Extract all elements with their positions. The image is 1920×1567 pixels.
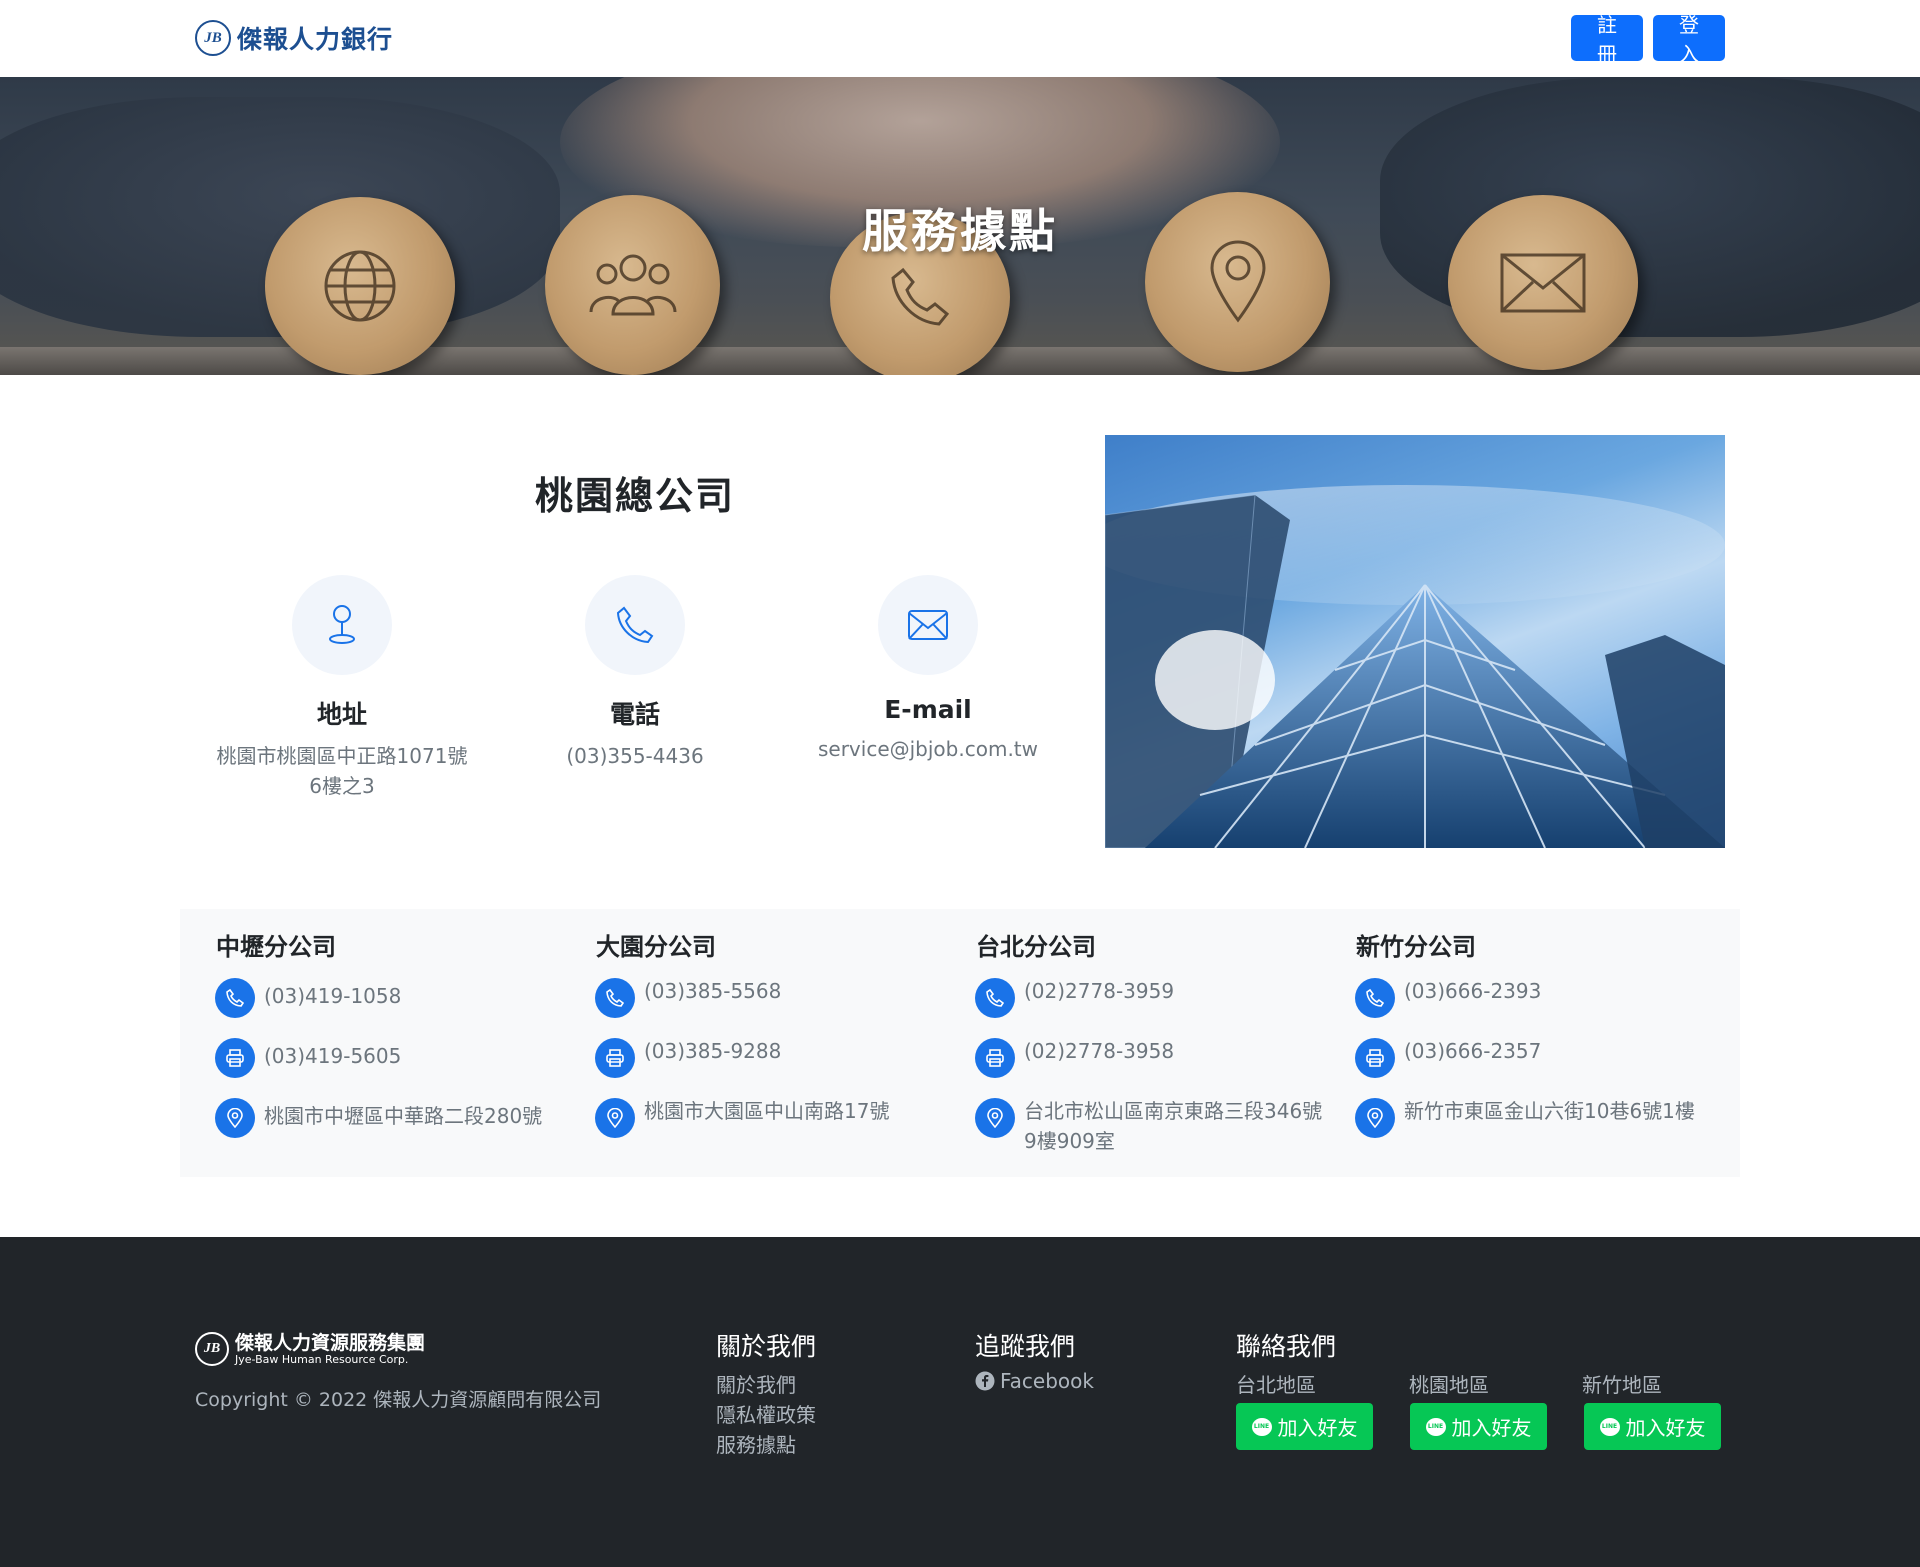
footer-link-privacy[interactable]: 隱私權政策 [716, 1399, 816, 1428]
line-add-friend-button[interactable]: LINE 加入好友 [1584, 1403, 1721, 1450]
phone-value[interactable]: (03)355-4436 [500, 741, 770, 771]
location-pin-icon [975, 1098, 1015, 1138]
branch-title: 大園分公司 [596, 933, 716, 961]
follow-heading: 追蹤我們 [975, 1332, 1076, 1361]
region-label: 台北地區 [1236, 1373, 1316, 1397]
address-label: 地址 [316, 700, 367, 729]
branch-address-row: 桃園市中壢區中華路二段280號 [215, 1098, 542, 1138]
branch-title: 台北分公司 [976, 933, 1096, 961]
facebook-label: Facebook [1000, 1369, 1094, 1393]
printer-icon [1355, 1038, 1395, 1078]
printer-icon [215, 1038, 255, 1078]
branch-address: 新竹市東區金山六街10巷6號1樓 [1404, 1099, 1695, 1123]
email-label: E-mail [884, 695, 972, 724]
branch-fax: (03)419-5605 [264, 1044, 402, 1068]
branch-phone-row: (03)419-1058 [215, 978, 401, 1018]
branch-fax: (03)666-2357 [1404, 1039, 1542, 1063]
facebook-link[interactable]: Facebook [975, 1369, 1094, 1393]
region-label: 桃園地區 [1409, 1373, 1489, 1397]
brand-name: 傑報人力銀行 [237, 25, 394, 54]
branch-title: 中壢分公司 [216, 933, 336, 961]
branch-phone-row: (02)2778-3959 [975, 978, 1174, 1018]
line-icon: LINE [1251, 1417, 1272, 1436]
branch-fax-row: (03)385-9288 [595, 1038, 781, 1078]
phone-icon [975, 978, 1015, 1018]
headquarters-title: 桃園總公司 [534, 474, 735, 518]
branch-fax: (02)2778-3958 [1024, 1039, 1175, 1063]
phone-label: 電話 [609, 700, 660, 729]
branch-phone-row: (03)666-2393 [1355, 978, 1541, 1018]
branch-address: 台北市松山區南京東路三段346號9樓909室 [1024, 1099, 1323, 1153]
line-icon: LINE [1425, 1417, 1446, 1436]
location-pin-icon [1355, 1098, 1395, 1138]
email-info: E-mail service@jbjob.com.tw [793, 575, 1063, 764]
footer-logo-name: 傑報人力資源服務集團 [235, 1331, 426, 1354]
branch-fax-row: (02)2778-3958 [975, 1038, 1174, 1078]
footer: JB 傑報人力資源服務集團 Jye-Baw Human Resource Cor… [0, 1237, 1920, 1567]
about-heading: 關於我們 [716, 1332, 817, 1361]
branch-title: 新竹分公司 [1356, 933, 1476, 961]
footer-link-about[interactable]: 關於我們 [716, 1369, 796, 1398]
page-title: 服務據點 [862, 204, 1058, 258]
map-pin-icon [292, 575, 392, 675]
brand-logo[interactable]: JB 傑報人力銀行 [195, 18, 393, 58]
line-icon: LINE [1599, 1417, 1620, 1436]
region-label: 新竹地區 [1582, 1373, 1662, 1397]
branch-address: 桃園市中壢區中華路二段280號 [264, 1104, 543, 1128]
jb-logo-icon: JB [195, 20, 231, 56]
facebook-icon [975, 1371, 995, 1391]
branch-address: 桃園市大園區中山南路17號 [644, 1099, 890, 1123]
line-add-friend-button[interactable]: LINE 加入好友 [1236, 1403, 1373, 1450]
branch-offices: 中壢分公司 (03)419-1058 (03)419-5605 桃園市中壢區中華… [180, 909, 1740, 1177]
line-button-label: 加入好友 [1277, 1416, 1358, 1440]
email-value[interactable]: service@jbjob.com.tw [793, 734, 1063, 764]
contact-heading: 聯絡我們 [1236, 1332, 1337, 1361]
branch-phone[interactable]: (03)385-5568 [644, 976, 781, 1006]
footer-logo-subtitle: Jye-Baw Human Resource Corp. [235, 1352, 409, 1366]
address-info: 地址 桃園市桃園區中正路1071號6樓之3 [207, 575, 477, 801]
envelope-icon [878, 575, 978, 675]
location-pin-icon [215, 1098, 255, 1138]
branch-address-row: 台北市松山區南京東路三段346號9樓909室 [975, 1098, 1334, 1156]
footer-logo[interactable]: JB 傑報人力資源服務集團 Jye-Baw Human Resource Cor… [195, 1332, 425, 1366]
branch-address-row: 桃園市大園區中山南路17號 [595, 1098, 889, 1138]
register-button[interactable]: 註冊 [1571, 13, 1643, 66]
line-button-label: 加入好友 [1625, 1416, 1706, 1440]
navbar: JB 傑報人力銀行 註冊 登入 [0, 0, 1920, 77]
phone-icon [215, 978, 255, 1018]
phone-icon [585, 575, 685, 675]
branch-phone-row: (03)385-5568 [595, 978, 781, 1018]
branch-phone[interactable]: (02)2778-3959 [1024, 976, 1174, 1006]
footer-link-locations[interactable]: 服務據點 [716, 1429, 796, 1458]
branch-fax-row: (03)666-2357 [1355, 1038, 1541, 1078]
line-add-friend-button[interactable]: LINE 加入好友 [1410, 1403, 1547, 1450]
branch-phone[interactable]: (03)666-2393 [1404, 976, 1541, 1006]
branch-phone[interactable]: (03)419-1058 [264, 981, 401, 1011]
jb-logo-icon: JB [195, 1332, 229, 1366]
phone-icon [1355, 978, 1395, 1018]
printer-icon [595, 1038, 635, 1078]
address-value: 桃園市桃園區中正路1071號6樓之3 [216, 744, 468, 798]
branch-fax: (03)385-9288 [644, 1039, 782, 1063]
phone-icon [595, 978, 635, 1018]
hero-banner: 服務據點 [0, 77, 1920, 375]
building-image [1105, 435, 1725, 848]
phone-info: 電話 (03)355-4436 [500, 575, 770, 771]
login-button[interactable]: 登入 [1653, 13, 1725, 66]
branch-fax-row: (03)419-5605 [215, 1038, 401, 1078]
copyright-text: Copyright © 2022 傑報人力資源顧問有限公司 [195, 1389, 602, 1411]
branch-address-row: 新竹市東區金山六街10巷6號1樓 [1355, 1098, 1695, 1138]
location-pin-icon [595, 1098, 635, 1138]
line-button-label: 加入好友 [1451, 1416, 1532, 1440]
printer-icon [975, 1038, 1015, 1078]
